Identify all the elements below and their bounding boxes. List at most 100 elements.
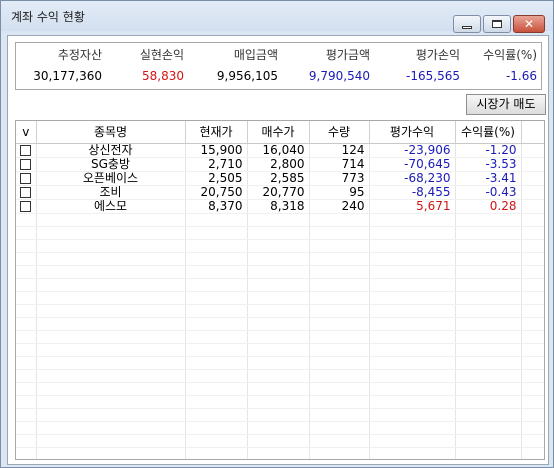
current-price-cell: 8,370 [185,199,248,214]
row-checkbox[interactable] [20,200,32,212]
empty-cell [309,252,370,266]
empty-cell [369,213,456,227]
empty-cell [247,408,310,422]
empty-cell [455,213,522,227]
empty-row [16,356,544,370]
empty-cell [455,369,522,383]
summary-panel: 추정자산 실현손익 매입금액 평가금액 평가손익 수익률(%) 30,177,3… [15,42,542,90]
empty-cell [455,226,522,240]
empty-cell [309,239,370,253]
empty-cell [16,330,37,344]
empty-cell [309,317,370,331]
empty-cell [369,304,456,318]
row-select-cell[interactable] [16,185,37,200]
empty-row [16,421,544,435]
empty-cell [185,382,248,396]
empty-cell [36,434,186,448]
estimated-assets-value: 30,177,360 [33,69,102,83]
empty-cell [309,382,370,396]
empty-row [16,304,544,318]
empty-cell [455,447,522,459]
row-select-cell[interactable] [16,157,37,172]
empty-cell [247,434,310,448]
empty-row [16,239,544,253]
empty-cell [16,265,37,279]
buy-price-column-header[interactable]: 매수가 [247,121,310,144]
empty-row [16,434,544,448]
empty-cell [369,291,456,305]
close-button[interactable]: ✕ [513,15,545,33]
holdings-grid[interactable]: v 종목명 현재가 매수가 수량 평가수익 수익률(%) 상신전자 15,900… [15,120,545,460]
empty-cell [36,291,186,305]
empty-cell [455,421,522,435]
table-row[interactable]: 오픈베이스 2,505 2,585 773 -68,230 -3.41 [16,171,544,186]
empty-row [16,226,544,240]
empty-cell [369,252,456,266]
empty-cell [16,252,37,266]
empty-cell [455,434,522,448]
empty-cell [369,395,456,409]
empty-cell [455,239,522,253]
empty-cell [247,343,310,357]
table-row[interactable]: 상신전자 15,900 16,040 124 -23,906 -1.20 [16,143,544,158]
empty-cell [36,278,186,292]
valuation-profit-cell: 5,671 [369,199,456,214]
empty-cell [309,278,370,292]
title-bar[interactable]: 계좌 수익 현황 ✕ [1,1,553,33]
empty-cell [369,343,456,357]
empty-cell [247,330,310,344]
row-checkbox[interactable] [20,158,32,170]
market-sell-button[interactable]: 시장가 매도 [466,94,546,115]
empty-cell [247,252,310,266]
empty-cell [521,278,544,292]
empty-cell [521,408,544,422]
empty-cell [309,330,370,344]
empty-cell [521,317,544,331]
return-rate-value: -1.66 [505,69,537,83]
empty-cell [309,408,370,422]
maximize-icon [492,20,502,28]
minimize-button[interactable] [453,15,481,33]
row-select-cell[interactable] [16,143,37,158]
empty-cell [455,356,522,370]
empty-cell [185,408,248,422]
row-select-cell[interactable] [16,199,37,214]
stock-name-column-header[interactable]: 종목명 [36,121,186,144]
empty-cell [247,317,310,331]
empty-cell [36,265,186,279]
empty-row [16,291,544,305]
stock-name-cell: 조비 [36,185,186,200]
empty-row [16,447,544,459]
maximize-button[interactable] [483,15,511,33]
empty-cell [185,330,248,344]
table-row[interactable]: 에스모 8,370 8,318 240 5,671 0.28 [16,199,544,214]
row-checkbox[interactable] [20,186,32,198]
empty-cell [369,356,456,370]
window-client-area: 추정자산 실현손익 매입금액 평가금액 평가손익 수익률(%) 30,177,3… [7,35,549,465]
empty-cell [16,239,37,253]
row-checkbox[interactable] [20,144,32,156]
empty-cell [455,330,522,344]
empty-cell [521,265,544,279]
table-row[interactable]: SG충방 2,710 2,800 714 -70,645 -3.53 [16,157,544,172]
select-column-header[interactable]: v [16,121,37,144]
quantity-column-header[interactable]: 수량 [309,121,370,144]
row-select-cell[interactable] [16,171,37,186]
empty-cell [247,421,310,435]
empty-cell [16,343,37,357]
empty-cell [185,395,248,409]
stock-name-cell: SG충방 [36,157,186,172]
row-checkbox[interactable] [20,172,32,184]
return-rate-cell: 0.28 [455,199,522,214]
empty-cell [185,239,248,253]
empty-cell [247,304,310,318]
return-rate-column-header[interactable]: 수익률(%) [455,121,522,144]
empty-row [16,343,544,357]
empty-cell [185,421,248,435]
current-price-column-header[interactable]: 현재가 [185,121,248,144]
empty-cell [521,330,544,344]
empty-cell [521,291,544,305]
valuation-profit-column-header[interactable]: 평가수익 [369,121,456,144]
empty-cell [309,343,370,357]
table-row[interactable]: 조비 20,750 20,770 95 -8,455 -0.43 [16,185,544,200]
